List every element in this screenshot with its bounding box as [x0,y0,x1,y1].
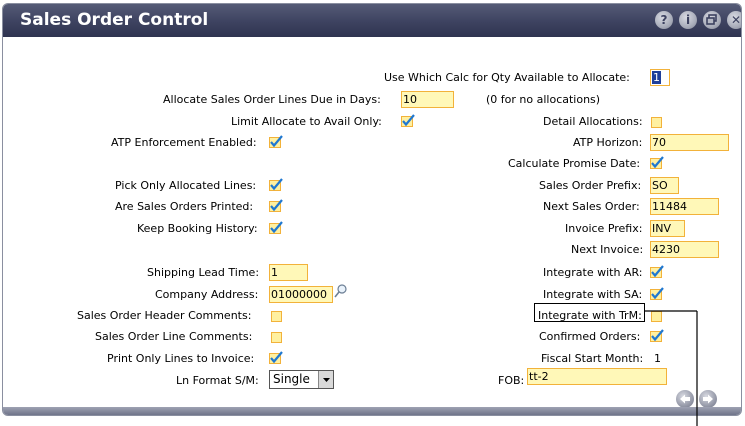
callout-leader-line [644,310,698,426]
